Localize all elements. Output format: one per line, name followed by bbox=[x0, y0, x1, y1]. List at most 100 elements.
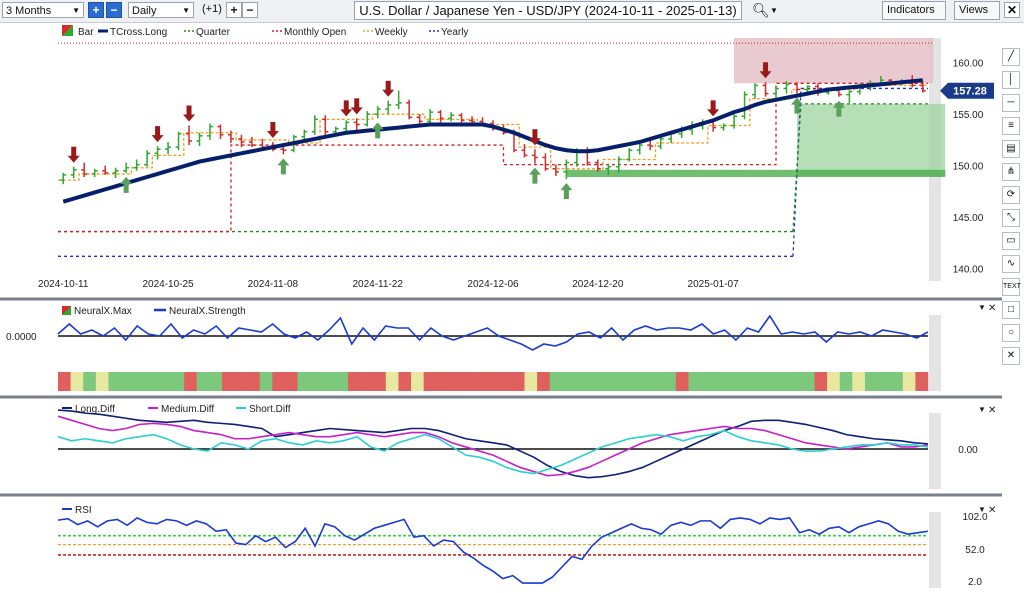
neuralx-strip-cell bbox=[537, 372, 551, 391]
neuralx-strip-cell bbox=[751, 372, 765, 391]
chevron-down-icon[interactable]: ▼ bbox=[770, 6, 778, 15]
delete-drawings-icon[interactable]: ✕ bbox=[1002, 347, 1020, 365]
close-icon: ✕ bbox=[988, 405, 996, 416]
neuralx-strip-cell bbox=[474, 372, 487, 391]
symbol-title-input[interactable]: U.S. Dollar / Japanese Yen - USD/JPY (20… bbox=[354, 1, 742, 20]
search-icon[interactable]: 🔍︎ bbox=[752, 2, 770, 19]
neuralx-strip-cell bbox=[486, 372, 500, 391]
up-arrow bbox=[563, 189, 569, 200]
rsi-tick-label: 2.0 bbox=[968, 577, 982, 588]
zoom-out-button[interactable]: − bbox=[106, 2, 122, 18]
neuralx-strip-cell bbox=[83, 372, 97, 391]
up-arrow bbox=[836, 106, 842, 117]
x-tick-label: 2024-11-22 bbox=[352, 279, 403, 290]
ellipse-tool-icon[interactable]: ○ bbox=[1002, 324, 1020, 342]
horizontal-line-icon[interactable]: ─ bbox=[1002, 94, 1020, 112]
down-arrow bbox=[385, 80, 391, 91]
down-arrow bbox=[710, 100, 716, 111]
neuralx-strip-cell bbox=[284, 372, 298, 391]
neuralx-strip-cell bbox=[877, 372, 891, 391]
gann-tool-icon[interactable]: ⤡ bbox=[1002, 209, 1020, 227]
neuralx-strip-cell bbox=[234, 372, 248, 391]
neuralx-strip-cell bbox=[310, 372, 324, 391]
interval-value: Daily bbox=[132, 5, 157, 17]
cycle-tool-icon[interactable]: ⟳ bbox=[1002, 186, 1020, 204]
chevron-down-icon: ▼ bbox=[72, 6, 80, 15]
neuralx-strip-cell bbox=[675, 372, 689, 391]
support-band bbox=[566, 169, 946, 178]
up-arrow bbox=[532, 173, 538, 184]
nx-tick-label: 0.0000 bbox=[6, 332, 37, 343]
neuralx-strip-cell bbox=[713, 372, 727, 391]
neuralx-strip-cell bbox=[171, 372, 185, 391]
x-tick-label: 2025-01-07 bbox=[688, 279, 740, 290]
price-tick-label: 160.00 bbox=[953, 59, 984, 70]
neuralx-strip-cell bbox=[890, 372, 904, 391]
neuralx-strip-cell bbox=[423, 372, 437, 391]
text-tool-icon[interactable]: TEXT bbox=[1002, 278, 1021, 296]
chevron-down-icon: ▼ bbox=[978, 405, 986, 414]
down-arrow bbox=[71, 146, 77, 157]
neuralx-strip-cell bbox=[764, 372, 777, 391]
channel-tool-icon[interactable]: ≡ bbox=[1002, 117, 1020, 135]
legend-label: TCross.Long bbox=[110, 27, 167, 38]
indicators-label: Indicators bbox=[887, 4, 935, 16]
neuralx-strip-cell bbox=[322, 372, 336, 391]
interval-select[interactable]: Daily ▼ bbox=[128, 2, 194, 18]
neuralx-strip-cell bbox=[864, 372, 878, 391]
neuralx-strip-cell bbox=[574, 372, 588, 391]
neuralx-strip-cell bbox=[852, 372, 866, 391]
price-tick-label: 145.00 bbox=[953, 213, 984, 224]
offset-plus-button[interactable]: + bbox=[226, 2, 242, 18]
neuralx-strip-cell bbox=[625, 372, 639, 391]
neuralx-strip-cell bbox=[776, 372, 790, 391]
line-tool-icon[interactable]: ╱ bbox=[1002, 48, 1020, 66]
chart-area: 160.00 155.00 150.00 145.00 140.00 157.28 2024… bbox=[0, 23, 1002, 593]
indicators-button[interactable]: Indicators ▾ bbox=[882, 1, 946, 33]
rsi-tick-label: 52.0 bbox=[965, 545, 985, 556]
neuralx-strip-cell bbox=[70, 372, 84, 391]
diff-tick-label: 0.00 bbox=[958, 445, 978, 456]
period-value: 3 Months bbox=[6, 5, 52, 17]
price-tick-label: 140.00 bbox=[953, 265, 984, 276]
views-button[interactable]: Views ▾ bbox=[954, 1, 1000, 33]
legend-label: Monthly Open bbox=[284, 27, 346, 38]
down-arrow bbox=[270, 121, 276, 132]
views-label: Views bbox=[959, 4, 989, 16]
fib-tool-icon[interactable]: ▤ bbox=[1002, 140, 1020, 158]
period-select[interactable]: 3 Months ▼ bbox=[2, 2, 84, 18]
callout-icon[interactable]: ▭ bbox=[1002, 232, 1020, 250]
legend-label: Quarter bbox=[196, 27, 231, 38]
x-tick-label: 2024-12-20 bbox=[572, 279, 624, 290]
chevron-down-icon: ▼ bbox=[978, 505, 986, 514]
zoom-in-button[interactable]: + bbox=[88, 2, 104, 18]
chevron-down-icon: ▼ bbox=[978, 303, 986, 312]
neuralx-strip-cell bbox=[146, 372, 160, 391]
legend-label: Yearly bbox=[441, 27, 468, 38]
neuralx-strip-cell bbox=[373, 372, 387, 391]
neuralx-strip-cell bbox=[650, 372, 664, 391]
toolbar: 3 Months ▼ + − Daily ▼ (+1) + − U.S. Dolla… bbox=[0, 0, 1024, 33]
rsi-scroll-strip bbox=[929, 512, 941, 588]
pitchfork-icon[interactable]: ⋔ bbox=[1002, 163, 1020, 181]
neuralx-strip-cell bbox=[562, 372, 576, 391]
price-tick-label: 155.00 bbox=[953, 110, 984, 121]
rectangle-tool-icon[interactable]: □ bbox=[1002, 301, 1020, 319]
neuralx-strip-cell bbox=[259, 372, 273, 391]
legend-label: Medium.Diff bbox=[161, 404, 214, 415]
neuralx-strip-cell bbox=[95, 372, 109, 391]
x-tick-label: 2024-11-08 bbox=[248, 279, 299, 290]
resistance-zone bbox=[734, 38, 934, 84]
neuralx-strip-cell bbox=[108, 372, 122, 391]
neuralx-strip-cell bbox=[348, 372, 361, 391]
neuralx-strip-cell bbox=[121, 372, 134, 391]
legend-label: Bar bbox=[78, 27, 94, 38]
up-arrow bbox=[123, 182, 129, 193]
neuralx-strip-cell bbox=[158, 372, 172, 391]
legend-label: Short.Diff bbox=[249, 404, 291, 415]
curve-tool-icon[interactable]: ∿ bbox=[1002, 255, 1020, 273]
vertical-line-icon[interactable]: │ bbox=[1002, 71, 1020, 89]
close-icon[interactable]: ✕ bbox=[1004, 2, 1020, 18]
offset-minus-button[interactable]: − bbox=[242, 2, 258, 18]
neuralx-strip-cell bbox=[600, 372, 614, 391]
